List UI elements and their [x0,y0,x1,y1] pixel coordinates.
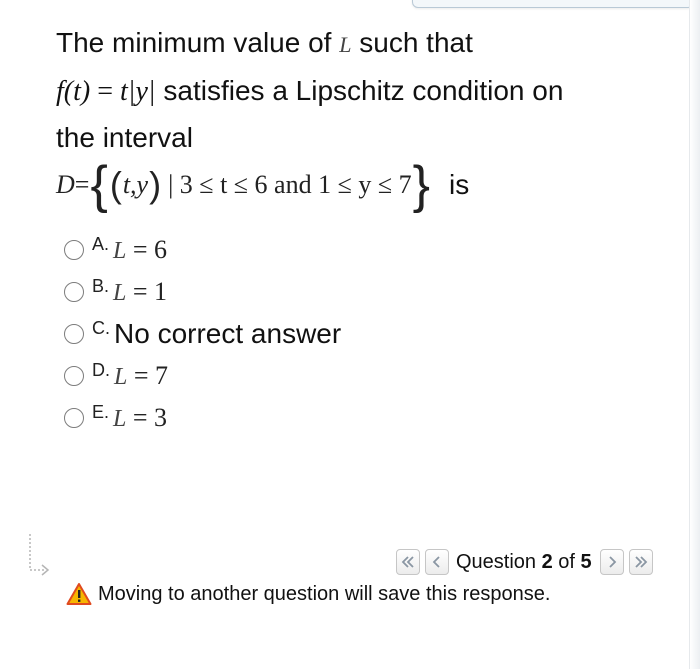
radio-b[interactable] [64,282,84,302]
option-a[interactable]: A. L = 6 [64,230,341,270]
option-c[interactable]: C. No correct answer [64,314,341,354]
option-expr: = 1 [126,277,168,306]
left-paren-symbol: ( [109,164,122,205]
option-letter: B. [92,275,110,296]
right-brace-symbol: } [412,156,431,214]
double-chevron-left-icon [401,556,414,568]
radio-e[interactable] [64,408,84,428]
answer-options: A. L = 6 B. L = 1 C. No correct answer D… [64,230,341,440]
current-question-number: 2 [541,550,553,573]
function-lhs: f(t) [56,76,91,107]
last-question-button[interactable] [628,549,653,575]
radio-d[interactable] [64,366,84,386]
variable-L: L [114,364,128,390]
interval-set: D = { ( t,y ) | 3 ≤ t ≤ 6 and 1 ≤ y ≤ 7 … [56,156,470,214]
option-d[interactable]: D. L = 7 [64,356,341,396]
right-paren-symbol: ) [149,164,162,205]
set-condition: | 3 ≤ t ≤ 6 and 1 ≤ y ≤ 7 [168,170,412,199]
set-pair: t,y [122,170,149,199]
option-expr: = 6 [126,235,168,264]
double-chevron-right-icon [635,556,647,568]
option-letter: E. [92,401,110,422]
notice-text: Moving to another question will save thi… [98,582,551,605]
option-letter: D. [92,359,110,380]
option-letter: A. [92,233,110,254]
set-name: D [56,170,75,199]
left-brace-symbol: { [90,156,108,214]
option-b[interactable]: B. L = 1 [64,272,341,312]
previous-question-button[interactable] [425,549,449,575]
option-text: No correct answer [114,318,342,349]
radio-a[interactable] [64,240,84,260]
variable-L: L [339,32,352,57]
question-navigation: Question 2 of 5 [396,548,658,576]
warning-icon [66,583,92,605]
is-word: is [449,169,470,200]
chevron-right-icon [609,556,616,568]
question-line-2: f(t) = t|y| satisfies a Lipschitz condit… [56,75,564,107]
function-rhs: t|y| [120,76,156,107]
question-counter: Question 2 of 5 [456,550,592,573]
chevron-left-icon [432,556,440,568]
option-e[interactable]: E. L = 3 [64,398,341,438]
first-question-button[interactable] [396,549,420,575]
radio-c[interactable] [64,324,84,344]
top-panel-edge [412,0,694,8]
total-questions: 5 [580,550,592,573]
option-letter: C. [92,317,110,338]
variable-L: L [113,406,127,432]
variable-L: L [113,238,127,264]
question-line-1: The minimum value of L such that [56,27,473,58]
option-expr: = 3 [126,403,168,432]
corner-arrow-icon [29,534,50,576]
question-text: The minimum value of L such that f(t) = … [56,20,676,161]
scrollbar-track[interactable] [689,0,700,669]
save-notice: Moving to another question will save thi… [66,579,550,609]
variable-L: L [113,280,127,306]
next-question-button[interactable] [599,549,624,575]
option-expr: = 7 [127,361,169,390]
